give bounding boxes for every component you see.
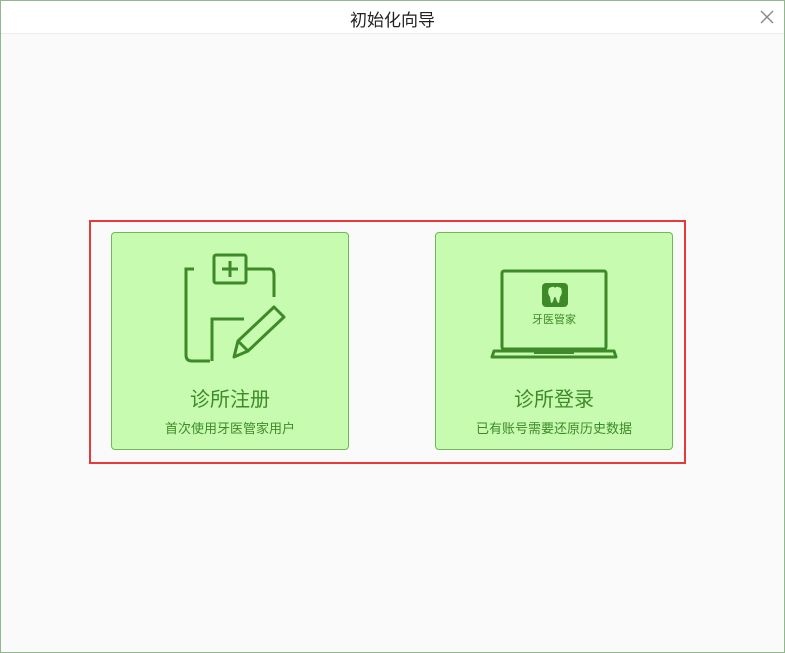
title-bar: 初始化向导: [1, 1, 784, 34]
window-title: 初始化向导: [350, 11, 435, 31]
close-icon[interactable]: [758, 8, 776, 26]
clinic-login-button[interactable]: 牙医管家 诊所登录 已有账号需要还原历史数据: [435, 232, 673, 450]
laptop-screen-label: 牙医管家: [532, 313, 576, 326]
card-title: 诊所登录: [514, 387, 594, 411]
laptop-icon: 牙医管家: [436, 251, 672, 371]
card-title: 诊所注册: [190, 387, 270, 411]
clipboard-edit-icon: [112, 251, 348, 371]
clinic-register-button[interactable]: 诊所注册 首次使用牙医管家用户: [111, 232, 349, 450]
card-subtitle: 已有账号需要还原历史数据: [475, 422, 632, 437]
card-subtitle: 首次使用牙医管家用户: [164, 422, 295, 437]
